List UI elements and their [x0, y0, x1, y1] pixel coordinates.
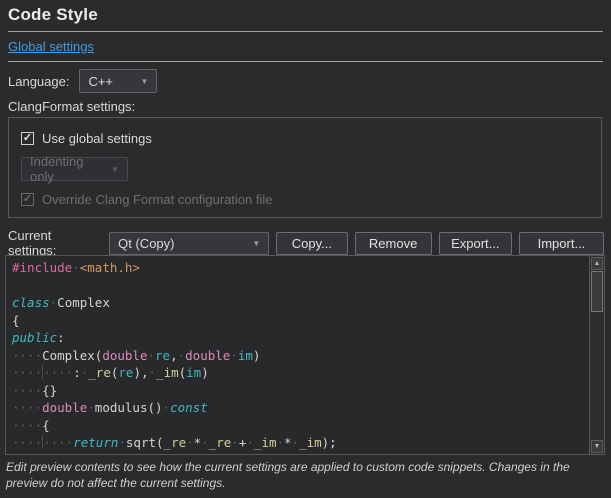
current-settings-label: Current settings: — [8, 228, 102, 258]
clangformat-settings-label: ClangFormat settings: — [8, 99, 135, 114]
current-settings-value: Qt (Copy) — [118, 236, 174, 251]
code-line: { — [12, 312, 589, 330]
chevron-down-icon: ▼ — [242, 239, 260, 248]
checkbox-icon — [21, 132, 34, 145]
clangformat-groupbox: Use global settings Indenting only ▼ Ove… — [8, 117, 602, 218]
checkbox-icon — [21, 193, 34, 206]
language-dropdown-value: C++ — [88, 74, 113, 89]
code-style-settings-page: Code Style Global settings Language: C++… — [0, 0, 611, 498]
code-line: ········:·_re(re),·_im(im) — [12, 364, 589, 382]
code-editor-content[interactable]: #include·<math.h> class·Complex{public:·… — [6, 256, 589, 454]
scroll-down-icon[interactable]: ▼ — [591, 440, 603, 453]
divider — [8, 31, 603, 32]
language-dropdown[interactable]: C++ ▼ — [79, 69, 157, 93]
code-line: #include·<math.h> — [12, 259, 589, 277]
use-global-settings-checkbox[interactable]: Use global settings — [21, 131, 152, 146]
code-line: ····Complex(double·re,·double·im) — [12, 347, 589, 365]
chevron-down-icon: ▼ — [101, 165, 119, 174]
override-clangformat-label: Override Clang Format configuration file — [42, 192, 273, 207]
code-line: ····{} — [12, 382, 589, 400]
chevron-down-icon: ▼ — [131, 77, 149, 86]
clangformat-mode-value: Indenting only — [30, 154, 101, 184]
current-settings-row: Current settings: Qt (Copy) ▼ Copy... Re… — [8, 228, 604, 258]
import-button[interactable]: Import... — [519, 232, 604, 255]
language-row: Language: C++ ▼ — [8, 69, 157, 93]
vertical-scrollbar[interactable]: ▲ ▼ — [589, 256, 604, 454]
override-clangformat-checkbox: Override Clang Format configuration file — [21, 192, 273, 207]
code-preview-editor[interactable]: #include·<math.h> class·Complex{public:·… — [5, 255, 605, 455]
divider — [8, 61, 603, 62]
code-line: ····{ — [12, 417, 589, 435]
scroll-up-icon[interactable]: ▲ — [591, 257, 603, 270]
language-label: Language: — [8, 74, 69, 89]
code-line: public: — [12, 329, 589, 347]
clangformat-mode-dropdown: Indenting only ▼ — [21, 157, 128, 181]
use-global-settings-label: Use global settings — [42, 131, 152, 146]
code-line: ········return·sqrt(_re·*·_re·+·_im·*·_i… — [12, 434, 589, 452]
remove-button[interactable]: Remove — [355, 232, 432, 255]
export-button[interactable]: Export... — [439, 232, 512, 255]
code-line — [12, 277, 589, 295]
code-line: ····double·modulus()·const — [12, 399, 589, 417]
page-title: Code Style — [8, 5, 98, 25]
code-line: class·Complex — [12, 294, 589, 312]
scrollbar-thumb[interactable] — [591, 271, 603, 312]
global-settings-link[interactable]: Global settings — [8, 39, 94, 54]
preview-hint-text: Edit preview contents to see how the cur… — [6, 459, 604, 491]
copy-button[interactable]: Copy... — [276, 232, 347, 255]
current-settings-dropdown[interactable]: Qt (Copy) ▼ — [109, 232, 269, 255]
